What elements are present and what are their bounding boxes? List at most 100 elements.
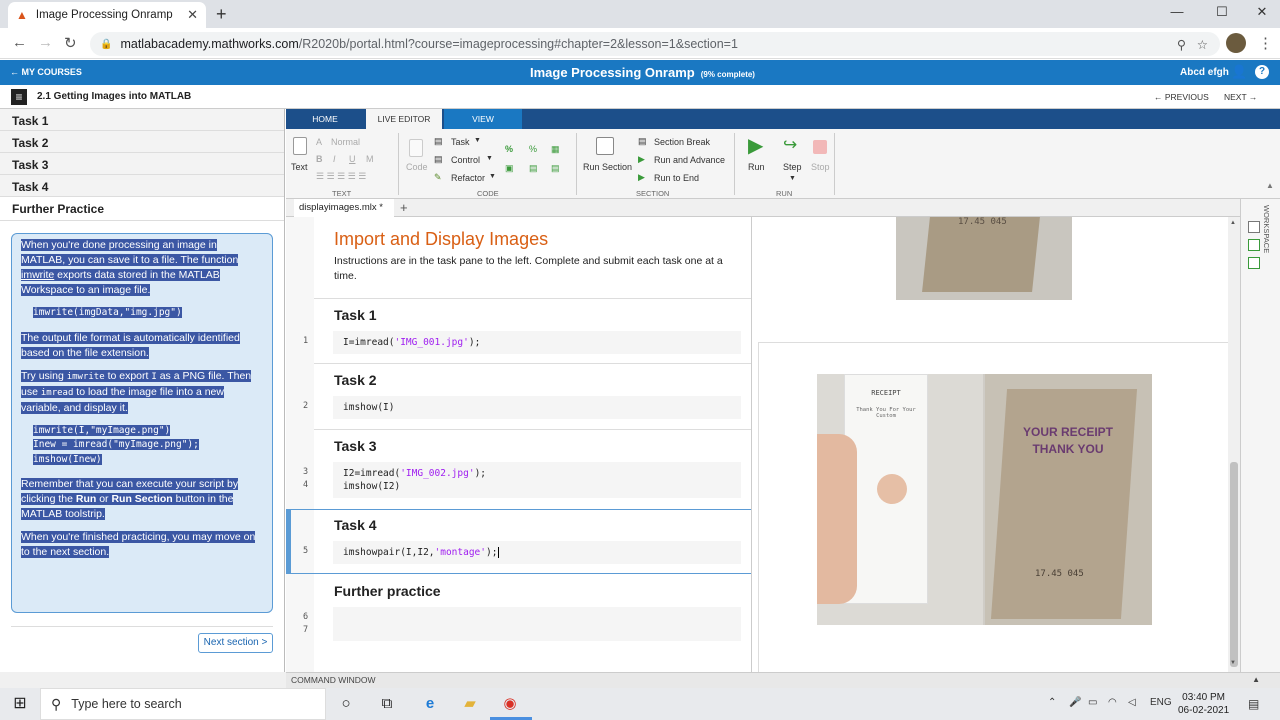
live-editor[interactable]: Import and Display Images Instructions a… — [286, 217, 752, 672]
forward-arrow-icon[interactable]: → — [38, 34, 53, 51]
thumb — [877, 474, 907, 504]
menu-icon[interactable]: ≡ — [11, 89, 27, 105]
expand-icon[interactable]: ▲ — [1252, 675, 1260, 684]
run-and-advance-icon: ▶ — [638, 154, 645, 164]
language-indicator[interactable]: ENG — [1150, 697, 1172, 708]
task-item-4[interactable]: Task 4 — [0, 175, 284, 197]
bullet-list-icon[interactable]: ☰ ☰ ☰ ☰ ☰ — [316, 171, 366, 182]
task-item-2[interactable]: Task 2 — [0, 131, 284, 153]
microphone-icon[interactable]: 🎤 — [1069, 697, 1081, 708]
bold-icon[interactable]: B — [316, 154, 323, 164]
run-button[interactable]: Run — [748, 162, 765, 172]
cortana-icon[interactable]: ○ — [336, 694, 356, 714]
text-button[interactable]: Text — [291, 162, 308, 172]
code-block[interactable]: I2=imread('IMG_002.jpg'); imshow(I2) — [333, 462, 741, 498]
new-file-tab-icon[interactable]: + — [400, 200, 408, 215]
underline-icon[interactable]: U — [349, 154, 356, 164]
italic-icon[interactable]: I — [333, 154, 336, 164]
refactor-dropdown[interactable]: Refactor — [451, 173, 485, 183]
next-button[interactable]: NEXT → — [1224, 92, 1257, 102]
clock[interactable]: 03:40 PM 06-02-2021 — [1178, 691, 1229, 717]
code-line[interactable]: I=imread('IMG_001.jpg'); — [333, 331, 741, 354]
output-right-icon[interactable] — [1248, 239, 1260, 251]
previous-button[interactable]: ← PREVIOUS — [1154, 92, 1209, 102]
file-explorer-icon[interactable]: ▰ — [460, 694, 480, 714]
task-view-icon[interactable]: ⧉ — [377, 694, 397, 714]
battery-icon[interactable]: ▭ — [1088, 697, 1097, 708]
control-dropdown[interactable]: Control — [451, 155, 480, 165]
workspace-label[interactable]: WORKSPACE — [1262, 205, 1271, 253]
output-scrollbar[interactable]: ▲ ▼ — [1228, 217, 1240, 672]
decrease-indent-icon[interactable]: ▤ — [529, 163, 538, 174]
chrome-icon[interactable]: ◉ — [500, 694, 520, 714]
url-field[interactable]: 🔒 matlabacademy.mathworks.com /R2020b/po… — [90, 32, 1220, 56]
windows-start-icon[interactable]: ⊞ — [10, 694, 30, 714]
help-icon[interactable]: ? — [1255, 65, 1269, 79]
separator — [398, 133, 399, 195]
tray-overflow-icon[interactable]: ⌃ — [1048, 697, 1056, 708]
profile-avatar[interactable] — [1226, 33, 1246, 53]
user-name[interactable]: Abcd efgh — [1180, 67, 1229, 78]
browser-menu-icon[interactable]: ⋮ — [1258, 34, 1273, 52]
comment-icon[interactable]: % — [505, 144, 513, 154]
zoom-icon[interactable]: ⚲ — [1177, 37, 1186, 52]
volume-icon[interactable]: ◁ — [1128, 697, 1136, 708]
task-item-1[interactable]: Task 1 — [0, 109, 284, 131]
indent-icon[interactable]: ▣ — [505, 163, 514, 174]
my-courses-link[interactable]: ← MY COURSES — [10, 67, 82, 77]
close-tab-icon[interactable]: ✕ — [187, 7, 198, 23]
clock-date: 06-02-2021 — [1178, 705, 1230, 716]
tab-view[interactable]: VIEW — [444, 109, 522, 129]
group-label-section: SECTION — [636, 189, 670, 198]
step-button[interactable]: Step — [783, 162, 802, 172]
maximize-icon[interactable]: ☐ — [1207, 4, 1237, 20]
run-to-end-button[interactable]: Run to End — [654, 173, 699, 183]
run-section-button[interactable]: Run Section — [583, 162, 632, 172]
wifi-icon[interactable]: ◠ — [1108, 697, 1117, 708]
file-tab[interactable]: displayimages.mlx * ✕ — [294, 199, 394, 230]
scroll-up-icon[interactable]: ▲ — [1230, 220, 1236, 226]
monospace-icon[interactable]: M — [366, 154, 374, 164]
command-window-bar[interactable]: COMMAND WINDOW ▲ — [286, 672, 1280, 688]
notifications-icon[interactable]: ▤ — [1248, 697, 1259, 711]
output-image-1[interactable]: 17.45 045 — [896, 217, 1072, 300]
tab-home[interactable]: HOME — [286, 109, 364, 129]
hide-code-icon[interactable] — [1248, 257, 1260, 269]
new-tab-icon[interactable]: + — [216, 4, 227, 25]
code-block-empty[interactable] — [333, 607, 741, 641]
minimize-icon[interactable]: — — [1162, 4, 1192, 19]
scroll-down-icon[interactable]: ▼ — [1230, 660, 1236, 666]
output-image-montage[interactable]: RECEIPT Thank You For Your Custom YOUR R… — [817, 374, 1152, 625]
task-item-3[interactable]: Task 3 — [0, 153, 284, 175]
reload-icon[interactable]: ↻ — [64, 34, 77, 52]
style-select[interactable]: Normal — [331, 137, 360, 147]
run-and-advance-button[interactable]: Run and Advance — [654, 155, 725, 165]
next-section-button[interactable]: Next section > — [198, 633, 273, 653]
output-inline-icon[interactable] — [1248, 221, 1260, 233]
wrap-comments-icon[interactable]: ▦ — [551, 144, 560, 155]
imwrite-link[interactable]: imwrite — [21, 269, 54, 281]
task-item-further-practice[interactable]: Further Practice — [0, 197, 284, 221]
stop-button[interactable]: Stop — [811, 162, 830, 172]
browser-tab[interactable]: ▲ Image Processing Onramp ✕ — [8, 2, 206, 28]
task-dropdown[interactable]: Task — [451, 137, 470, 147]
receipt-text: 17.45 045 — [958, 217, 1007, 227]
code-button[interactable]: Code — [406, 162, 428, 172]
close-window-icon[interactable]: ✕ — [1247, 4, 1277, 20]
command-window-label[interactable]: COMMAND WINDOW — [291, 675, 376, 685]
section-break-button[interactable]: Section Break — [654, 137, 710, 147]
code-line[interactable]: imshowpair(I,I2,'montage'); — [333, 541, 741, 564]
increase-indent-icon[interactable]: ▤ — [551, 163, 560, 174]
back-arrow-icon[interactable]: ← — [12, 34, 27, 51]
style-dropdown-icon[interactable]: A — [316, 137, 322, 147]
taskbar-search[interactable]: ⚲ Type here to search — [40, 688, 326, 720]
comment-toggle-icon[interactable]: % — [529, 144, 537, 154]
tab-live-editor[interactable]: LIVE EDITOR — [366, 109, 442, 129]
user-icon[interactable]: 👤 — [1231, 65, 1247, 79]
receipt-total: 17.45 045 — [1035, 569, 1084, 579]
bookmark-star-icon[interactable]: ☆ — [1197, 37, 1208, 52]
collapse-toolstrip-icon[interactable]: ▲ — [1266, 181, 1274, 190]
code-line[interactable]: imshow(I) — [333, 396, 741, 419]
edge-icon[interactable]: e — [420, 694, 440, 714]
scrollbar-thumb[interactable] — [1230, 462, 1238, 667]
